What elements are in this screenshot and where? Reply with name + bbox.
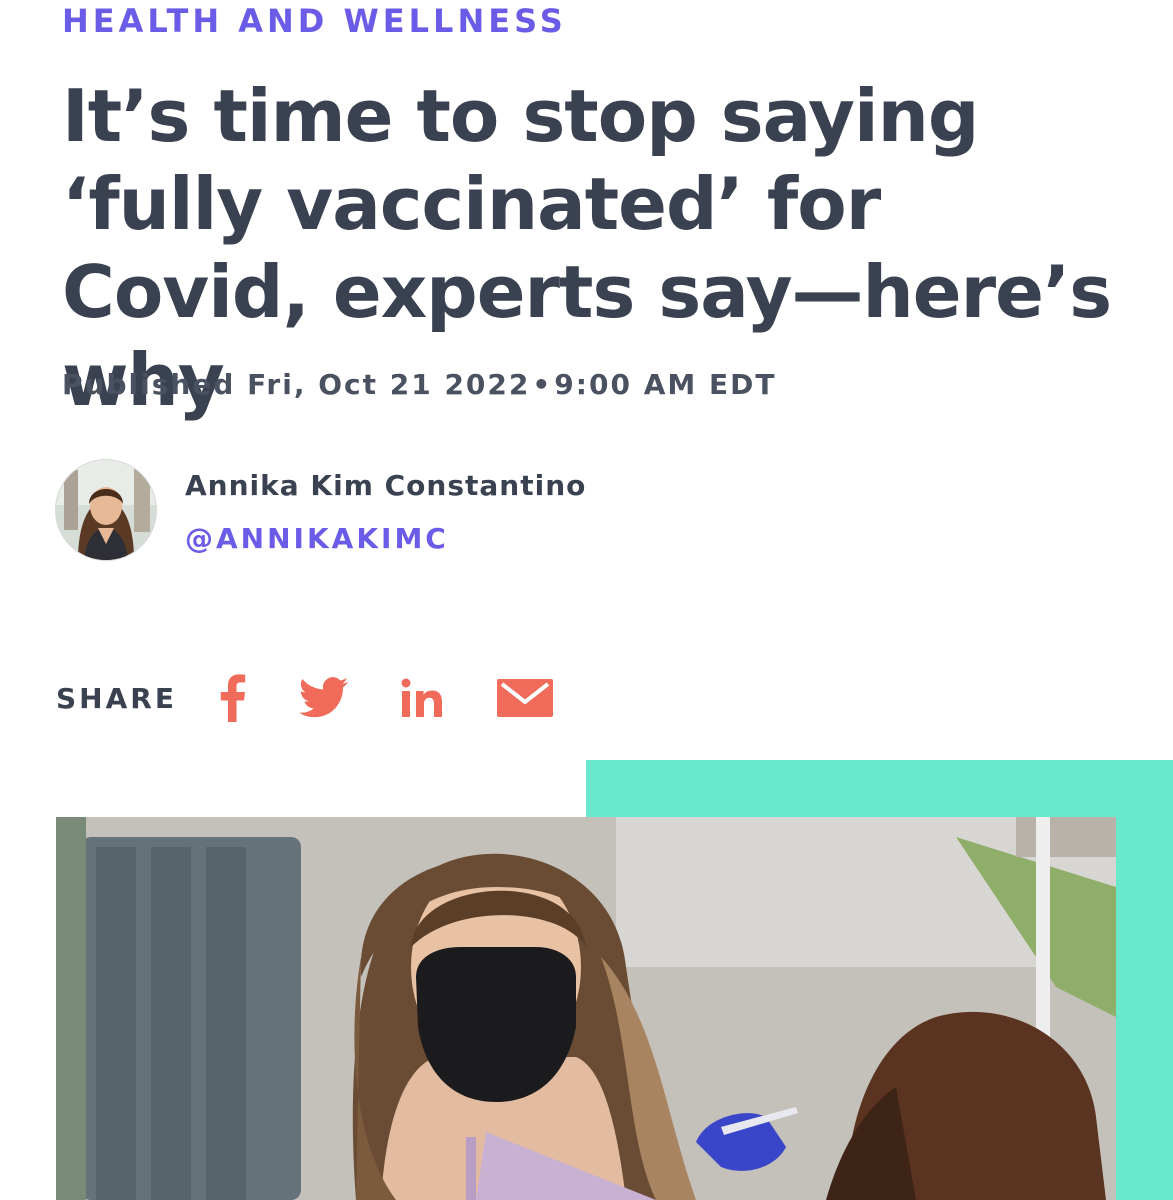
published-prefix: Published [62,368,236,401]
twitter-icon [298,677,349,718]
share-email-button[interactable] [496,670,553,726]
linkedin-icon [401,678,442,717]
share-label: SHARE [56,681,177,715]
author-avatar[interactable] [56,460,156,560]
author-photo [56,460,156,560]
vaccination-photo [56,817,1116,1200]
publish-timestamp: Published Fri, Oct 21 2022•9:00 AM EDT [62,368,776,401]
published-time: 9:00 AM EDT [554,368,777,401]
author-name[interactable]: Annika Kim Constantino [185,469,586,502]
hero-image[interactable] [56,817,1116,1200]
category-link[interactable]: HEALTH AND WELLNESS [62,2,567,40]
share-twitter-button[interactable] [298,670,349,726]
article-page: HEALTH AND WELLNESS It’s time to stop sa… [0,0,1173,1200]
share-linkedin-button[interactable] [401,670,445,726]
share-facebook-button[interactable] [217,670,247,726]
facebook-icon [220,674,246,722]
published-date: Fri, Oct 21 2022 [247,368,531,401]
email-icon [496,679,553,717]
author-twitter-handle[interactable]: @ANNIKAKIMC [185,522,449,555]
published-separator: • [532,368,553,401]
share-bar: SHARE [56,670,605,726]
